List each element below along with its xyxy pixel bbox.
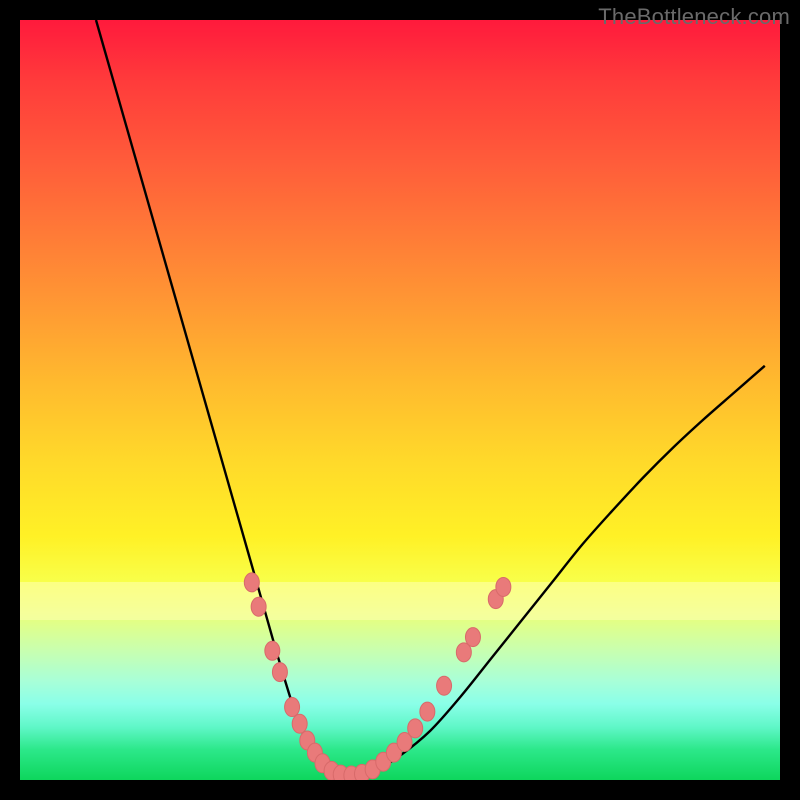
plot-area xyxy=(20,20,780,780)
curve-marker xyxy=(437,676,452,695)
curve-marker xyxy=(420,702,435,721)
curve-marker xyxy=(265,641,280,660)
curve-marker xyxy=(285,698,300,717)
watermark-text: TheBottleneck.com xyxy=(598,4,790,30)
curve-marker xyxy=(465,628,480,647)
curve-marker xyxy=(496,577,511,596)
curve-marker xyxy=(244,573,259,592)
curve-markers xyxy=(244,573,511,780)
chart-svg xyxy=(20,20,780,780)
bottleneck-curve xyxy=(96,20,765,776)
curve-marker xyxy=(251,597,266,616)
chart-frame: TheBottleneck.com xyxy=(0,0,800,800)
curve-marker xyxy=(272,663,287,682)
curve-marker xyxy=(292,714,307,733)
curve-marker xyxy=(408,719,423,738)
